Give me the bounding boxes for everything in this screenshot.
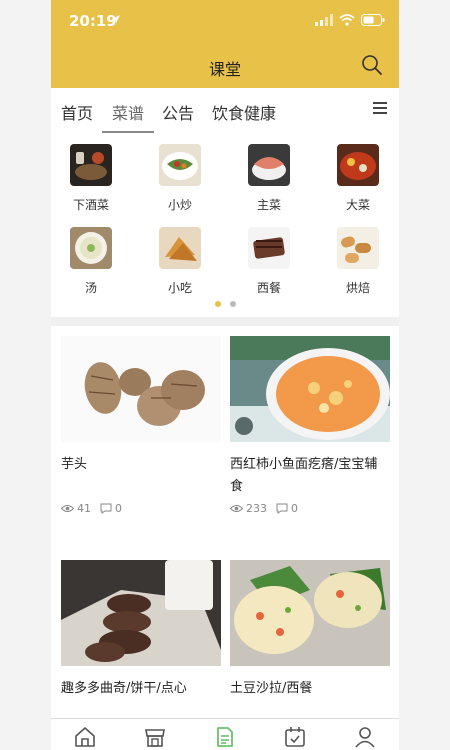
category-label: 大菜 [345, 198, 370, 212]
category-label: 西餐 [256, 281, 281, 295]
category-image [337, 227, 379, 269]
recipe-image [230, 560, 390, 666]
recipe-card-cookies[interactable]: 趣多多曲奇/饼干/点心 [61, 560, 221, 700]
active-tab-indicator [102, 131, 154, 133]
pager-dot-1[interactable] [214, 301, 221, 307]
eye-icon [61, 505, 74, 512]
category-soup[interactable]: 汤 [61, 227, 121, 296]
shop-icon[interactable] [143, 725, 167, 749]
top-bar: 20:19 课堂 [51, 0, 399, 88]
category-snacks-with-drinks[interactable]: 下酒菜 [61, 144, 121, 213]
category-label: 汤 [84, 281, 97, 295]
tab-bar: 首页 菜谱 公告 饮食健康 [51, 88, 399, 134]
category-western[interactable]: 西餐 [239, 227, 299, 296]
comment-icon [276, 503, 288, 514]
backdrop-right [399, 0, 450, 750]
app-screen: 20:19 课堂 首页 菜谱 公告 饮食健康 下酒菜 小炒 主菜 大菜 汤 小吃… [51, 0, 399, 750]
category-image [248, 144, 290, 186]
views-count: 41 [61, 502, 91, 515]
recipe-title: 西红柿小鱼面疙瘩/宝宝辅食 [230, 457, 378, 494]
category-image [248, 227, 290, 269]
signal-icon [315, 14, 333, 26]
category-grid: 下酒菜 小炒 主菜 大菜 汤 小吃 西餐 烘焙 [51, 134, 399, 317]
tab-diet-health[interactable]: 饮食健康 [212, 100, 276, 124]
category-label: 小炒 [167, 198, 192, 212]
recipe-stats: 41 0 [61, 502, 131, 515]
recipe-image [230, 336, 390, 442]
comment-icon [100, 503, 112, 514]
recipe-stats: 233 0 [230, 502, 307, 515]
recipe-title: 土豆沙拉/西餐 [230, 681, 313, 696]
recipe-icon[interactable] [213, 725, 237, 749]
tab-announcements[interactable]: 公告 [162, 100, 194, 124]
category-pager [51, 301, 399, 307]
recipe-title: 芋头 [61, 457, 88, 472]
category-image [159, 227, 201, 269]
recipe-card-tomato-fish-noodles[interactable]: 西红柿小鱼面疙瘩/宝宝辅食 233 0 [230, 336, 390, 515]
category-main-dish[interactable]: 主菜 [239, 144, 299, 213]
pager-dot-2[interactable] [229, 301, 236, 307]
recipe-card-taro[interactable]: 芋头 41 0 [61, 336, 221, 515]
category-label: 烘焙 [345, 281, 370, 295]
recipe-card-potato-salad[interactable]: 土豆沙拉/西餐 [230, 560, 390, 700]
tab-home[interactable]: 首页 [61, 100, 93, 124]
recipe-image [61, 560, 221, 666]
eye-icon [230, 505, 243, 512]
views-count: 233 [230, 502, 267, 515]
wifi-icon [339, 14, 355, 26]
comments-count: 0 [100, 502, 122, 515]
search-icon[interactable] [361, 54, 383, 76]
bottom-nav [51, 718, 399, 750]
tab-recipes[interactable]: 菜谱 [112, 100, 144, 124]
recipe-title: 趣多多曲奇/饼干/点心 [61, 681, 187, 696]
location-arrow-icon [112, 15, 120, 23]
recipe-feed: 芋头 41 0 西红柿小鱼面疙瘩/宝宝辅食 233 0 趣多多曲奇/饼干/点心 … [51, 326, 399, 718]
status-bar: 20:19 [51, 0, 399, 40]
profile-icon[interactable] [353, 725, 377, 749]
category-image [159, 144, 201, 186]
category-stir-fry[interactable]: 小炒 [150, 144, 210, 213]
backdrop-left [0, 0, 51, 750]
status-time: 20:19 [69, 12, 117, 30]
battery-icon [361, 14, 385, 26]
category-image [70, 144, 112, 186]
category-label: 小吃 [167, 281, 192, 295]
category-label: 主菜 [256, 198, 281, 212]
category-big-dish[interactable]: 大菜 [328, 144, 388, 213]
category-baking[interactable]: 烘焙 [328, 227, 388, 296]
status-indicators [315, 14, 385, 26]
category-label: 下酒菜 [72, 198, 109, 212]
recipe-image [61, 336, 221, 442]
calendar-icon[interactable] [283, 725, 307, 749]
category-image [70, 227, 112, 269]
comments-count: 0 [276, 502, 298, 515]
category-image [337, 144, 379, 186]
menu-icon[interactable] [373, 102, 387, 116]
category-snacks[interactable]: 小吃 [150, 227, 210, 296]
page-title: 课堂 [208, 60, 241, 79]
home-icon[interactable] [73, 725, 97, 749]
